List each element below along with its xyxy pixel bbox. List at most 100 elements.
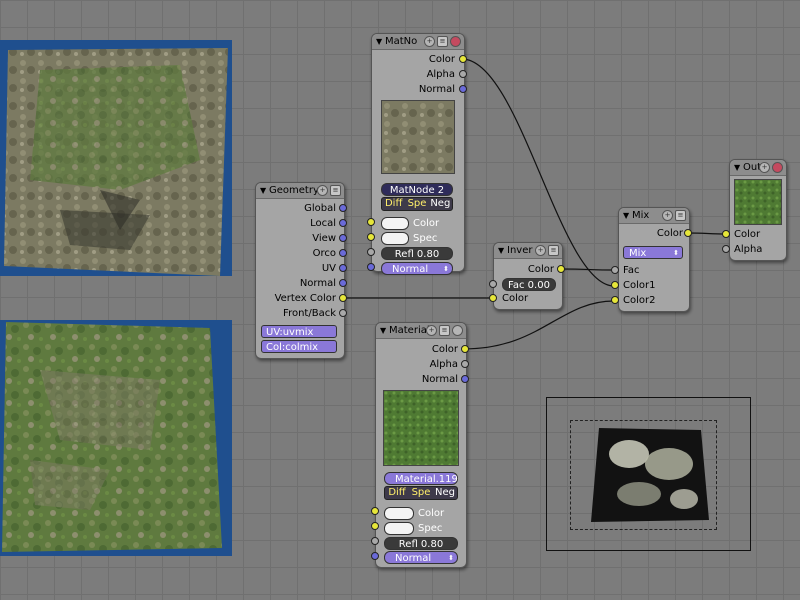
- flag-spec[interactable]: Spe: [405, 198, 428, 210]
- blend-mode-menu[interactable]: Mix ⬍: [623, 246, 683, 259]
- material-flags[interactable]: Diff Spe Neg: [384, 486, 458, 500]
- node-output-header[interactable]: ▼ Out +: [730, 160, 786, 176]
- socket-geometry-local[interactable]: [339, 219, 347, 227]
- socket-material-in-refl[interactable]: [371, 537, 379, 545]
- menu-icon[interactable]: ≡: [437, 36, 448, 47]
- plus-icon[interactable]: +: [317, 185, 328, 196]
- collapse-triangle-icon[interactable]: ▼: [734, 160, 740, 175]
- node-material-header[interactable]: ▼ Material + ≡: [376, 323, 466, 339]
- collapse-triangle-icon[interactable]: ▼: [623, 208, 629, 223]
- node-invert-header[interactable]: ▼ Inver + ≡: [494, 243, 562, 259]
- collapse-triangle-icon[interactable]: ▼: [498, 243, 504, 258]
- color-layer-field[interactable]: Col:colmix: [261, 340, 337, 353]
- socket-output-in-color[interactable]: [722, 230, 730, 238]
- output-vertex-color: Vertex Color: [274, 293, 336, 304]
- node-title: Mix: [632, 210, 650, 221]
- socket-invert-out-color[interactable]: [557, 265, 565, 273]
- color-swatch[interactable]: [381, 217, 409, 230]
- close-circle-icon[interactable]: [772, 162, 783, 173]
- node-matno[interactable]: ▼ MatNo + ≡ Color Alpha Normal MatNode 2 …: [371, 33, 465, 275]
- output-normal: Normal: [421, 374, 458, 385]
- node-mix-header[interactable]: ▼ Mix + ≡: [619, 208, 689, 224]
- plus-icon[interactable]: +: [426, 325, 437, 336]
- socket-geometry-vertex-color[interactable]: [339, 294, 347, 302]
- socket-invert-in-color[interactable]: [489, 294, 497, 302]
- socket-matno-in-spec[interactable]: [367, 233, 375, 241]
- output-front-back: Front/Back: [283, 308, 336, 319]
- normal-menu[interactable]: Normal ⬍: [381, 262, 453, 275]
- spec-swatch[interactable]: [381, 232, 409, 245]
- output-local: Local: [310, 218, 336, 229]
- node-title: MatNo: [385, 36, 418, 47]
- collapse-triangle-icon[interactable]: ▼: [260, 183, 266, 198]
- plus-icon[interactable]: +: [759, 162, 770, 173]
- flag-diff[interactable]: Diff: [385, 487, 409, 499]
- node-geometry-header[interactable]: ▼ Geometry + ≡: [256, 183, 344, 199]
- dropdown-arrow-icon: ⬍: [673, 249, 679, 257]
- material-name-field[interactable]: MatNode 2: [381, 183, 453, 196]
- close-circle-icon[interactable]: [450, 36, 461, 47]
- plus-icon[interactable]: +: [662, 210, 673, 221]
- socket-geometry-uv[interactable]: [339, 264, 347, 272]
- collapse-triangle-icon[interactable]: ▼: [376, 34, 382, 49]
- menu-icon[interactable]: ≡: [330, 185, 341, 196]
- socket-material-out-alpha[interactable]: [461, 360, 469, 368]
- socket-material-out-color[interactable]: [461, 345, 469, 353]
- socket-matno-in-normal[interactable]: [367, 263, 375, 271]
- socket-mix-in-fac[interactable]: [611, 266, 619, 274]
- color-swatch[interactable]: [384, 507, 414, 520]
- socket-matno-out-normal[interactable]: [459, 85, 467, 93]
- preview-toggle-icon[interactable]: [452, 325, 463, 336]
- material-flags[interactable]: Diff Spe Neg: [381, 197, 453, 211]
- socket-material-in-normal[interactable]: [371, 552, 379, 560]
- normal-menu[interactable]: Normal ⬍: [384, 551, 458, 564]
- flag-spec[interactable]: Spe: [409, 487, 433, 499]
- menu-icon[interactable]: ≡: [675, 210, 686, 221]
- output-color: Color: [428, 54, 455, 65]
- output-global: Global: [304, 203, 336, 214]
- refl-slider[interactable]: Refl 0.80: [384, 537, 458, 550]
- socket-invert-in-fac[interactable]: [489, 280, 497, 288]
- socket-material-in-color[interactable]: [371, 507, 379, 515]
- node-output[interactable]: ▼ Out + Color Alpha: [729, 159, 787, 261]
- socket-mix-in-color2[interactable]: [611, 296, 619, 304]
- socket-geometry-front-back[interactable]: [339, 309, 347, 317]
- refl-slider[interactable]: Refl 0.80: [381, 247, 453, 260]
- socket-material-out-normal[interactable]: [461, 375, 469, 383]
- node-mix[interactable]: ▼ Mix + ≡ Color Mix ⬍ Fac Color1 Color2: [618, 207, 690, 312]
- spec-swatch[interactable]: [384, 522, 414, 535]
- fac-slider[interactable]: Fac 0.00: [502, 278, 556, 291]
- material-name-field[interactable]: Material.119: [384, 472, 458, 485]
- output-uv: UV: [321, 263, 336, 274]
- socket-mix-out-color[interactable]: [684, 229, 692, 237]
- socket-matno-out-alpha[interactable]: [459, 70, 467, 78]
- menu-icon[interactable]: ≡: [548, 245, 559, 256]
- input-spec-label: Spec: [418, 523, 443, 534]
- socket-mix-in-color1[interactable]: [611, 281, 619, 289]
- socket-output-in-alpha[interactable]: [722, 245, 730, 253]
- viewport-preview-top: [0, 40, 232, 276]
- socket-geometry-normal[interactable]: [339, 279, 347, 287]
- socket-geometry-orco[interactable]: [339, 249, 347, 257]
- socket-geometry-view[interactable]: [339, 234, 347, 242]
- socket-geometry-global[interactable]: [339, 204, 347, 212]
- socket-matno-in-refl[interactable]: [367, 248, 375, 256]
- node-invert[interactable]: ▼ Inver + ≡ Color Fac 0.00 Color: [493, 242, 563, 310]
- node-matno-header[interactable]: ▼ MatNo + ≡: [372, 34, 464, 50]
- uv-layer-field[interactable]: UV:uvmix: [261, 325, 337, 338]
- flag-neg[interactable]: Neg: [433, 487, 457, 499]
- flag-neg[interactable]: Neg: [429, 198, 452, 210]
- flag-diff[interactable]: Diff: [382, 198, 405, 210]
- socket-matno-out-color[interactable]: [459, 55, 467, 63]
- node-title: Material: [389, 325, 430, 336]
- menu-icon[interactable]: ≡: [439, 325, 450, 336]
- node-geometry[interactable]: ▼ Geometry + ≡ Global Local View Orco UV …: [255, 182, 345, 359]
- plus-icon[interactable]: +: [535, 245, 546, 256]
- node-material[interactable]: ▼ Material + ≡ Color Alpha Normal Materia…: [375, 322, 467, 568]
- socket-matno-in-color[interactable]: [367, 218, 375, 226]
- output-view: View: [312, 233, 336, 244]
- output-color: Color: [656, 228, 683, 239]
- plus-icon[interactable]: +: [424, 36, 435, 47]
- socket-material-in-spec[interactable]: [371, 522, 379, 530]
- collapse-triangle-icon[interactable]: ▼: [380, 323, 386, 338]
